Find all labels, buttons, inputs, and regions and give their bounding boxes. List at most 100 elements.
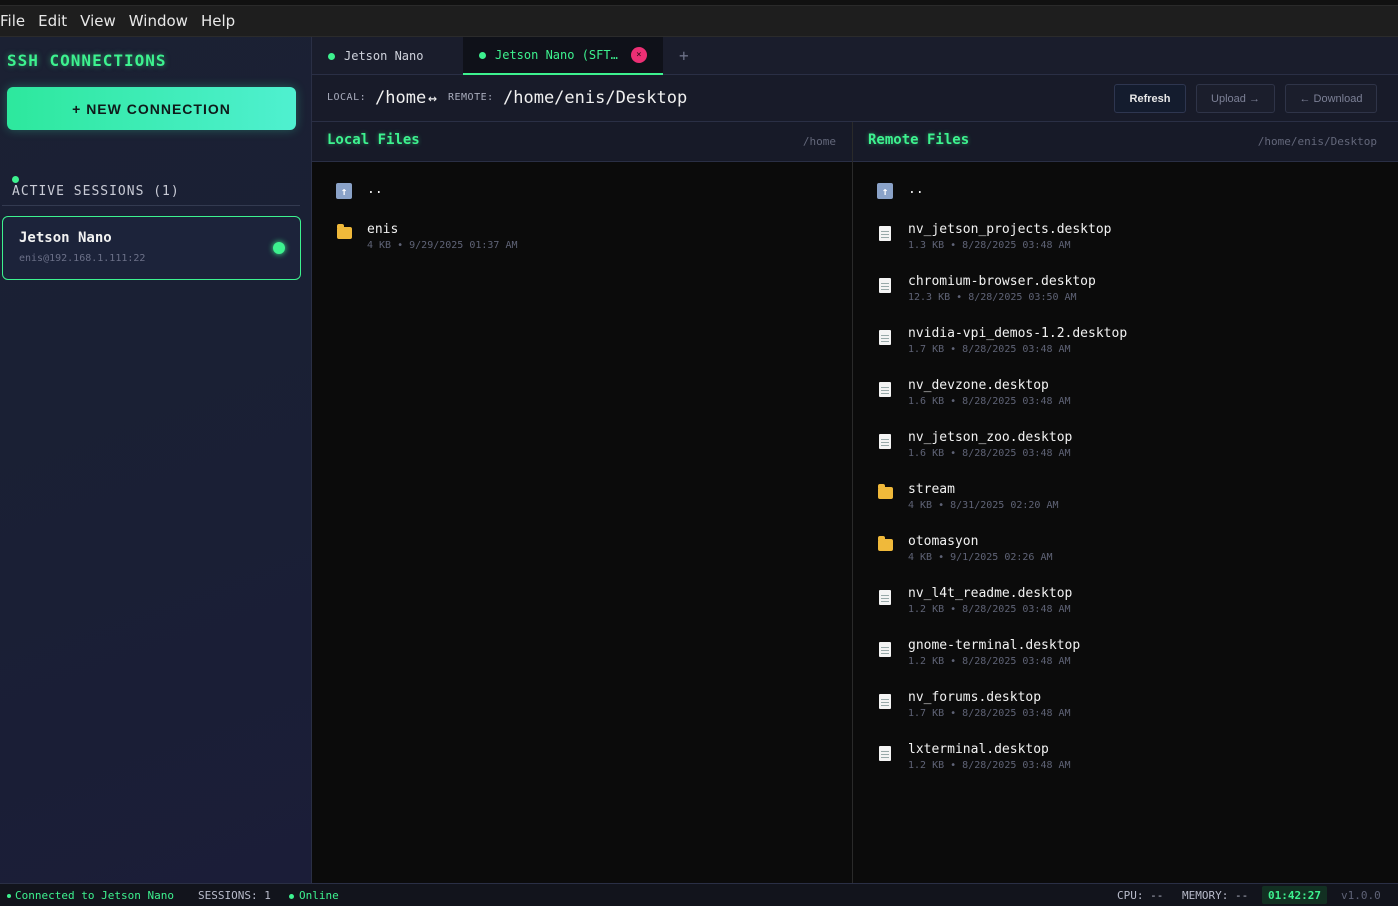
entry-name: lxterminal.desktop [908,742,1049,757]
sessions-divider [2,205,300,206]
up-icon: ↑ [876,182,894,200]
session-address: enis@192.168.1.111:22 [19,253,146,264]
tab-jetson-nano-sftp[interactable]: Jetson Nano (SFT… × [463,37,663,75]
entry-name: nvidia-vpi_demos-1.2.desktop [908,326,1128,341]
download-button[interactable]: ← Download [1285,84,1377,113]
local-panel-header: Local Files /home [312,122,852,162]
remote-file-list: ↑.. nv_jetson_projects.desktop 1.3 KB • 8/… [853,162,1398,883]
path-bar: LOCAL: /home ↔ REMOTE: /home/enis/Deskto… [312,75,1398,122]
connected-status-icon [273,242,285,254]
memory-usage: MEMORY: -- [1182,889,1249,902]
swap-arrow-icon: ↔ [428,89,438,107]
sidebar: SSH CONNECTIONS + NEW CONNECTION ACTIVE … [0,37,312,883]
local-path-label: LOCAL: [327,92,367,103]
list-item[interactable]: otomasyon 4 KB • 9/1/2025 02:26 AM [853,534,1398,586]
local-panel-title: Local Files [327,132,420,148]
entry-name: .. [367,182,383,197]
entry-meta: 4 KB • 9/29/2025 01:37 AM [367,240,518,251]
tab-status-icon [479,51,486,59]
entry-name: nv_jetson_zoo.desktop [908,430,1073,445]
entry-meta: 1.7 KB • 8/28/2025 03:48 AM [908,344,1071,355]
tab-status-icon [328,52,335,60]
menu-help[interactable]: Help [201,12,235,30]
menu-edit[interactable]: Edit [38,12,67,30]
file-icon [876,744,894,762]
list-item[interactable]: lxterminal.desktop 1.2 KB • 8/28/2025 03:… [853,742,1398,794]
remote-panel-title: Remote Files [868,132,970,148]
file-icon [876,640,894,658]
online-dot-icon [289,893,294,899]
entry-meta: 1.2 KB • 8/28/2025 03:48 AM [908,656,1071,667]
file-icon [876,380,894,398]
list-item[interactable]: nv_devzone.desktop 1.6 KB • 8/28/2025 03:… [853,378,1398,430]
file-icon [876,276,894,294]
active-sessions-heading: ACTIVE SESSIONS (1) [12,184,180,199]
list-item[interactable]: chromium-browser.desktop 12.3 KB • 8/28/2… [853,274,1398,326]
status-dot-icon [7,894,11,898]
online-status: Online [289,889,339,902]
file-icon [876,432,894,450]
new-connection-button[interactable]: + NEW CONNECTION [7,87,296,130]
list-item[interactable]: nv_jetson_projects.desktop 1.3 KB • 8/28/… [853,222,1398,274]
session-count: SESSIONS: 1 [198,889,271,902]
file-icon [876,588,894,606]
refresh-button[interactable]: Refresh [1114,84,1186,113]
close-tab-icon[interactable]: × [630,47,647,63]
entry-name: enis [367,222,399,237]
list-item[interactable]: nv_jetson_zoo.desktop 1.6 KB • 8/28/2025 … [853,430,1398,482]
entry-meta: 1.2 KB • 8/28/2025 03:48 AM [908,604,1071,615]
list-item[interactable]: nv_forums.desktop 1.7 KB • 8/28/2025 03:4… [853,690,1398,742]
sessions-indicator-icon [12,176,19,183]
menu-window[interactable]: Window [129,12,188,30]
status-bar: Connected to Jetson Nano SESSIONS: 1 Onl… [0,883,1398,906]
clock: 01:42:27 [1262,886,1327,904]
list-item[interactable]: nv_l4t_readme.desktop 1.2 KB • 8/28/2025 … [853,586,1398,638]
file-icon [876,224,894,242]
file-icon [876,692,894,710]
list-item[interactable]: nvidia-vpi_demos-1.2.desktop 1.7 KB • 8/2… [853,326,1398,378]
entry-name: stream [908,482,955,497]
tab-label: Jetson Nano (SFT… [495,48,618,62]
entry-meta: 4 KB • 9/1/2025 02:26 AM [908,552,1053,563]
tab-jetson-nano-terminal[interactable]: Jetson Nano [328,37,423,75]
local-files-panel: Local Files /home ↑ .. enis 4 KB • 9/29/… [312,122,853,883]
app-version: v1.0.0 [1341,889,1381,902]
entry-name: chromium-browser.desktop [908,274,1096,289]
entry-name: nv_l4t_readme.desktop [908,586,1073,601]
entry-meta: 1.7 KB • 8/28/2025 03:48 AM [908,708,1071,719]
menu-view[interactable]: View [80,12,116,30]
local-panel-path: /home [802,135,836,148]
local-path-value: /home [375,88,427,108]
remote-path-value: /home/enis/Desktop [503,88,688,108]
local-file-list: ↑ .. enis 4 KB • 9/29/2025 01:37 AM [312,162,852,883]
upload-button[interactable]: Upload → [1196,84,1275,113]
folder-icon [876,536,894,554]
entry-name: nv_devzone.desktop [908,378,1049,393]
sidebar-title: SSH CONNECTIONS [7,51,167,70]
cpu-usage: CPU: -- [1117,889,1164,902]
entry-meta: 4 KB • 8/31/2025 02:20 AM [908,500,1059,511]
entry-name: .. [908,182,924,197]
entry-meta: 1.2 KB • 8/28/2025 03:48 AM [908,760,1071,771]
entry-name: nv_forums.desktop [908,690,1042,705]
session-card-jetson-nano[interactable]: Jetson Nano enis@192.168.1.111:22 [2,216,301,280]
folder-icon [876,484,894,502]
remote-panel-path: /home/enis/Desktop [1257,135,1377,148]
entry-meta: 12.3 KB • 8/28/2025 03:50 AM [908,292,1077,303]
tab-bar: Jetson Nano Jetson Nano (SFT… × + [312,37,1398,75]
folder-icon [335,224,353,242]
menu-bar: File Edit View Window Help [0,6,1398,37]
entry-name: otomasyon [908,534,979,549]
menu-file[interactable]: File [0,12,25,30]
entry-meta: 1.6 KB • 8/28/2025 03:48 AM [908,448,1071,459]
list-item[interactable]: stream 4 KB • 8/31/2025 02:20 AM [853,482,1398,534]
add-tab-button[interactable]: + [679,46,689,65]
list-item[interactable]: enis 4 KB • 9/29/2025 01:37 AM [312,222,852,274]
remote-panel-header: Remote Files /home/enis/Desktop [853,122,1398,162]
remote-path-label: REMOTE: [448,92,494,103]
entry-meta: 1.6 KB • 8/28/2025 03:48 AM [908,396,1071,407]
session-name: Jetson Nano [19,230,112,246]
remote-files-panel: Remote Files /home/enis/Desktop ↑.. nv_je… [853,122,1398,883]
list-item[interactable]: gnome-terminal.desktop 1.2 KB • 8/28/2025… [853,638,1398,690]
up-icon: ↑ [335,182,353,200]
